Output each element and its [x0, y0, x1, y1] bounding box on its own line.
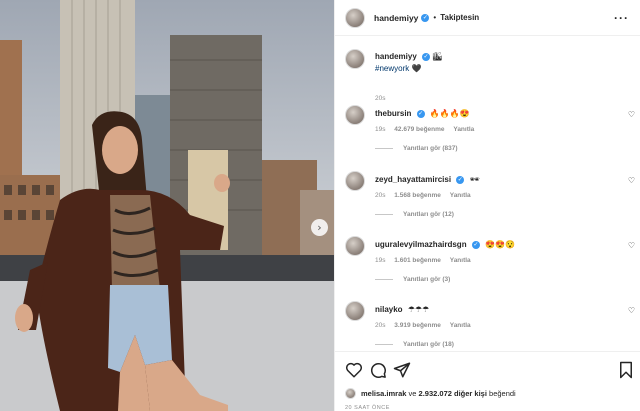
avatar[interactable]: [345, 49, 365, 69]
comment-item: zeyd_hayattamircisi ✓ 🕶 20s 1.568 beğenm…: [345, 171, 635, 231]
view-replies-label: Yanıtları gör (3): [403, 276, 451, 283]
comment-icon[interactable]: [369, 361, 387, 379]
avatar[interactable]: [345, 388, 356, 399]
comment-text: 🔥🔥🔥😍: [429, 109, 470, 118]
replies-divider: [375, 344, 393, 345]
liker-username[interactable]: melisa.imrak: [361, 389, 406, 398]
avatar[interactable]: [345, 236, 365, 256]
separator-dot: •: [433, 13, 437, 22]
comment-like-heart-icon[interactable]: ♡: [628, 110, 635, 119]
post-header: handemiyy ✓ • Takiptesin ···: [335, 0, 640, 36]
comment-username[interactable]: zeyd_hayattamircisi: [375, 175, 451, 184]
comments-list[interactable]: handemiyy ✓ 🏙 #newyork 🖤 20s thebursin ✓…: [335, 37, 640, 350]
view-replies-label: Yanıtları gör (18): [403, 341, 454, 348]
view-replies-label: Yanıtları gör (837): [403, 145, 458, 152]
bookmark-icon[interactable]: [617, 361, 635, 379]
comment-text: ☂☂☂: [407, 305, 430, 314]
comment-item: uguralevyilmazhairdsgn ✓ 😍😍😯 19s 1.601 b…: [345, 236, 635, 296]
comment-time: 20s: [375, 322, 386, 329]
comment-text: 😍😍😯: [485, 240, 515, 249]
verified-badge-icon: ✓: [421, 13, 430, 22]
comment-meta: 20s 1.568 beğenme Yanıtla: [375, 192, 478, 199]
comment-username[interactable]: nilayko: [375, 305, 403, 314]
comment-likes[interactable]: 1.568 beğenme: [394, 192, 441, 199]
view-replies-button[interactable]: Yanıtları gör (837): [375, 145, 458, 152]
view-replies-button[interactable]: Yanıtları gör (3): [375, 276, 450, 283]
verified-badge-icon: ✓: [416, 109, 425, 118]
verified-badge-icon: ✓: [456, 175, 465, 184]
reply-button[interactable]: Yanıtla: [450, 257, 471, 264]
chevron-right-icon: ›: [317, 221, 322, 234]
caption-heart-emoji: 🖤: [411, 64, 422, 73]
following-button[interactable]: Takiptesin: [440, 13, 479, 22]
hashtag-link[interactable]: #newyork: [375, 64, 409, 73]
view-replies-button[interactable]: Yanıtları gör (18): [375, 341, 454, 348]
reply-button[interactable]: Yanıtla: [450, 192, 471, 199]
reply-button[interactable]: Yanıtla: [450, 322, 471, 329]
comment-likes[interactable]: 1.601 beğenme: [394, 257, 441, 264]
comment-username[interactable]: thebursin: [375, 109, 411, 118]
view-replies-label: Yanıtları gör (12): [403, 211, 454, 218]
verified-badge-icon: ✓: [471, 240, 480, 249]
photo-illustration: [0, 0, 334, 411]
comment-meta: 20s 3.919 beğenme Yanıtla: [375, 322, 478, 329]
post-side-panel: handemiyy ✓ • Takiptesin ··· handemiyy ✓…: [334, 0, 640, 411]
avatar[interactable]: [345, 171, 365, 191]
caption-hashtag-line: #newyork 🖤: [375, 64, 421, 73]
caption-username[interactable]: handemiyy: [375, 52, 417, 61]
caption-text: handemiyy ✓ 🏙: [375, 52, 442, 61]
comment-like-heart-icon[interactable]: ♡: [628, 306, 635, 315]
comment-line: thebursin ✓ 🔥🔥🔥😍: [375, 109, 470, 118]
likes-count[interactable]: 2.932.072 diğer kişi: [419, 389, 487, 398]
avatar[interactable]: [345, 301, 365, 321]
comment-like-heart-icon[interactable]: ♡: [628, 241, 635, 250]
comment-username[interactable]: uguralevyilmazhairdsgn: [375, 240, 467, 249]
comment-time: 20s: [375, 192, 386, 199]
post-actions: melisa.imrak ve 2.932.072 diğer kişi beğ…: [335, 351, 640, 411]
replies-divider: [375, 148, 393, 149]
comment-likes[interactable]: 3.919 beğenme: [394, 322, 441, 329]
comment-meta: 19s 42.679 beğenme Yanıtla: [375, 126, 481, 133]
comment-time: 19s: [375, 257, 386, 264]
comment-line: zeyd_hayattamircisi ✓ 🕶: [375, 175, 480, 184]
view-replies-button[interactable]: Yanıtları gör (12): [375, 211, 454, 218]
reply-button[interactable]: Yanıtla: [453, 126, 474, 133]
comment-meta: 19s 1.601 beğenme Yanıtla: [375, 257, 478, 264]
comment-likes[interactable]: 42.679 beğenme: [394, 126, 444, 133]
author-username[interactable]: handemiyy: [374, 13, 418, 23]
comment-line: uguralevyilmazhairdsgn ✓ 😍😍😯: [375, 240, 515, 249]
comment-like-heart-icon[interactable]: ♡: [628, 176, 635, 185]
post-photo[interactable]: ›: [0, 0, 334, 411]
comment-item: thebursin ✓ 🔥🔥🔥😍 19s 42.679 beğenme Yanı…: [345, 105, 635, 165]
caption-emoji: 🏙: [432, 52, 443, 61]
verified-badge-icon: ✓: [422, 52, 431, 61]
more-options-button[interactable]: ···: [614, 11, 629, 25]
comment-line: nilayko ☂☂☂: [375, 305, 429, 314]
post-date[interactable]: 20 SAAT ÖNCE: [345, 405, 390, 411]
likes-suffix: beğendi: [486, 389, 516, 398]
heart-icon[interactable]: [345, 361, 363, 379]
share-icon[interactable]: [393, 361, 411, 379]
comment-text: 🕶: [469, 175, 480, 184]
likes-connector: ve: [406, 389, 419, 398]
avatar[interactable]: [345, 105, 365, 125]
replies-divider: [375, 279, 393, 280]
likes-summary: melisa.imrak ve 2.932.072 diğer kişi beğ…: [345, 388, 516, 399]
next-photo-button[interactable]: ›: [311, 219, 328, 236]
avatar[interactable]: [345, 7, 365, 28]
comment-time: 19s: [375, 126, 386, 133]
caption-time: 20s: [375, 95, 386, 102]
replies-divider: [375, 214, 393, 215]
comment-item: nilayko ☂☂☂ 20s 3.919 beğenme Yanıtla Ya…: [345, 301, 635, 350]
